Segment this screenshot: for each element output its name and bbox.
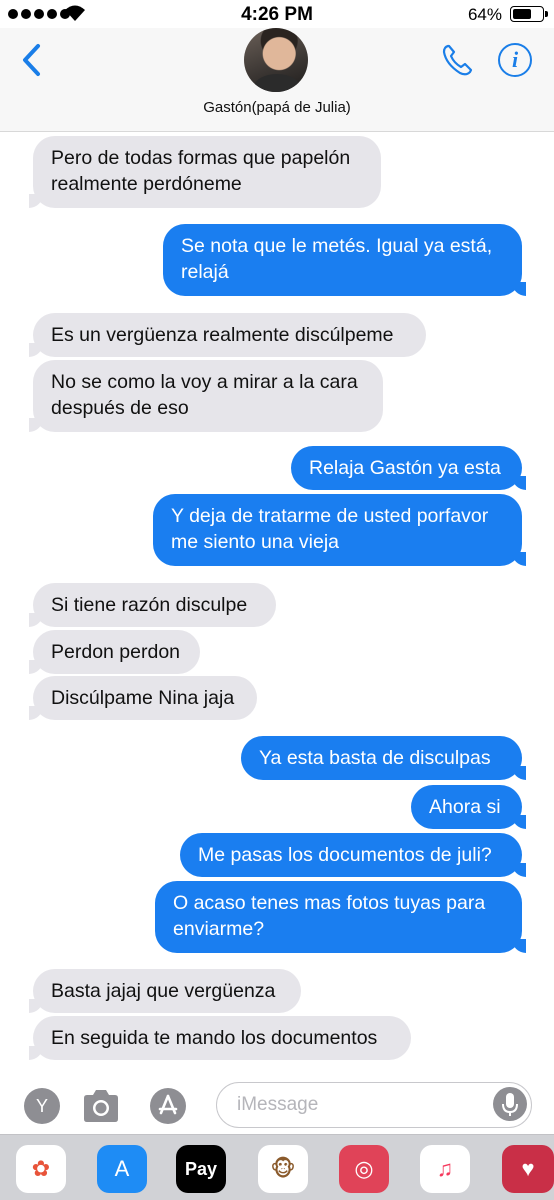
message-text-line: En seguida te mando los documentos xyxy=(51,1027,378,1049)
bubble-tail xyxy=(29,1046,43,1060)
message-text-line: O acaso tenes mas fotos tuyas para xyxy=(173,892,486,914)
message-text-line: me siento una vieja xyxy=(171,531,340,553)
message-text-line: Es un vergüenza realmente discúlpeme xyxy=(51,324,394,346)
message-text-line: Ya esta basta de disculpas xyxy=(259,747,491,769)
app-store-button[interactable] xyxy=(150,1088,186,1124)
monkey-sticker-icon[interactable]: 🐵 xyxy=(258,1145,308,1193)
bubble-tail xyxy=(512,766,526,780)
camera-icon[interactable] xyxy=(80,1086,122,1126)
message-text-line: Y deja de tratarme de usted porfavor xyxy=(171,505,489,527)
app-drawer: ✿ A Pay 🐵 ◎ ♫ ♥ xyxy=(0,1134,554,1200)
apple-pay-icon[interactable]: Pay xyxy=(176,1145,226,1193)
incoming-message-bubble[interactable]: Pero de todas formas que papelón realment… xyxy=(29,136,381,208)
status-bar: 4:26 PM 64% xyxy=(0,0,554,28)
contact-avatar[interactable] xyxy=(244,28,308,92)
bubble-tail xyxy=(29,613,43,627)
outgoing-message-bubble[interactable]: Me pasas los documentos de juli? xyxy=(180,833,526,877)
battery-icon xyxy=(510,6,548,22)
incoming-message-bubble[interactable]: Si tiene razón disculpe xyxy=(29,583,276,627)
imessage-input[interactable]: iMessage xyxy=(216,1082,532,1128)
message-text-line: Se nota que le metés. Igual ya está, xyxy=(181,235,493,257)
info-button[interactable]: i xyxy=(498,43,532,77)
bubble-tail xyxy=(512,552,526,566)
message-text-line: Me pasas los documentos de juli? xyxy=(198,844,492,866)
bubble-tail xyxy=(29,999,43,1013)
message-text-line: Perdon perdon xyxy=(51,641,181,663)
bubble-tail xyxy=(29,343,43,357)
message-text-line: Discúlpame Nina jaja xyxy=(51,687,235,709)
battery-percentage: 64% xyxy=(467,5,502,24)
message-text-line: después de eso xyxy=(51,397,189,419)
back-button[interactable] xyxy=(18,42,48,78)
message-text-line: Pero de todas formas que papelón xyxy=(51,147,351,169)
incoming-message-bubble[interactable]: Perdon perdon xyxy=(29,630,200,674)
app-store-icon[interactable]: A xyxy=(97,1145,147,1193)
outgoing-message-bubble[interactable]: Ya esta basta de disculpas xyxy=(241,736,526,780)
digital-touch-icon[interactable]: ♥ xyxy=(502,1145,554,1193)
bubble-tail xyxy=(512,282,526,296)
bubble-tail xyxy=(512,939,526,953)
outgoing-message-bubble[interactable]: Relaja Gastón ya esta xyxy=(291,446,526,490)
outgoing-message-bubble[interactable]: O acaso tenes mas fotos tuyas para enviar… xyxy=(155,881,526,953)
bubble-tail xyxy=(29,706,43,720)
message-text-line: Relaja Gastón ya esta xyxy=(309,457,501,479)
message-text-line: Basta jajaj que vergüenza xyxy=(51,980,276,1002)
incoming-message-bubble[interactable]: En seguida te mando los documentos xyxy=(29,1016,411,1060)
bubble-tail xyxy=(512,863,526,877)
bubble-tail xyxy=(29,660,43,674)
incoming-message-bubble[interactable]: Discúlpame Nina jaja xyxy=(29,676,257,720)
outgoing-message-bubble[interactable]: Ahora si xyxy=(411,785,526,829)
message-text-line: Ahora si xyxy=(429,796,501,818)
battery-level xyxy=(513,9,531,19)
search-images-icon[interactable]: ◎ xyxy=(339,1145,389,1193)
message-text-line: No se como la voy a mirar a la cara xyxy=(51,371,358,393)
message-thread: Pero de todas formas que papelón realment… xyxy=(0,132,554,1072)
bubble-tail xyxy=(29,418,43,432)
message-text-line: realmente perdóneme xyxy=(51,173,242,195)
incoming-message-bubble[interactable]: Es un vergüenza realmente discúlpeme xyxy=(29,313,426,357)
message-text-line: Si tiene razón disculpe xyxy=(51,594,248,616)
incoming-message-bubble[interactable]: No se como la voy a mirar a la cara despu… xyxy=(29,360,383,432)
music-icon[interactable]: ♫ xyxy=(420,1145,470,1193)
bubble-tail xyxy=(512,476,526,490)
outgoing-message-bubble[interactable]: Se nota que le metés. Igual ya está, rela… xyxy=(163,224,526,296)
contact-name[interactable]: Gastón(papá de Julia) xyxy=(0,99,554,116)
phone-call-button[interactable] xyxy=(440,42,476,78)
message-text-line: relajá xyxy=(181,261,229,283)
bubble-tail xyxy=(29,194,43,208)
app-store-glyph-icon xyxy=(158,1094,178,1115)
outgoing-message-bubble[interactable]: Y deja de tratarme de usted porfavor me s… xyxy=(153,494,526,566)
photos-app-icon[interactable]: ✿ xyxy=(16,1145,66,1193)
incoming-message-bubble[interactable]: Basta jajaj que vergüenza xyxy=(29,969,301,1013)
message-text-line: enviarme? xyxy=(173,918,265,940)
bubble-tail xyxy=(512,815,526,829)
message-input-bar: Y iMessage xyxy=(0,1074,554,1134)
conversation-header: Gastón(papá de Julia) i xyxy=(0,28,554,132)
microphone-icon xyxy=(502,1093,518,1116)
microphone-button[interactable] xyxy=(493,1087,527,1121)
expand-button[interactable]: Y xyxy=(24,1088,60,1124)
